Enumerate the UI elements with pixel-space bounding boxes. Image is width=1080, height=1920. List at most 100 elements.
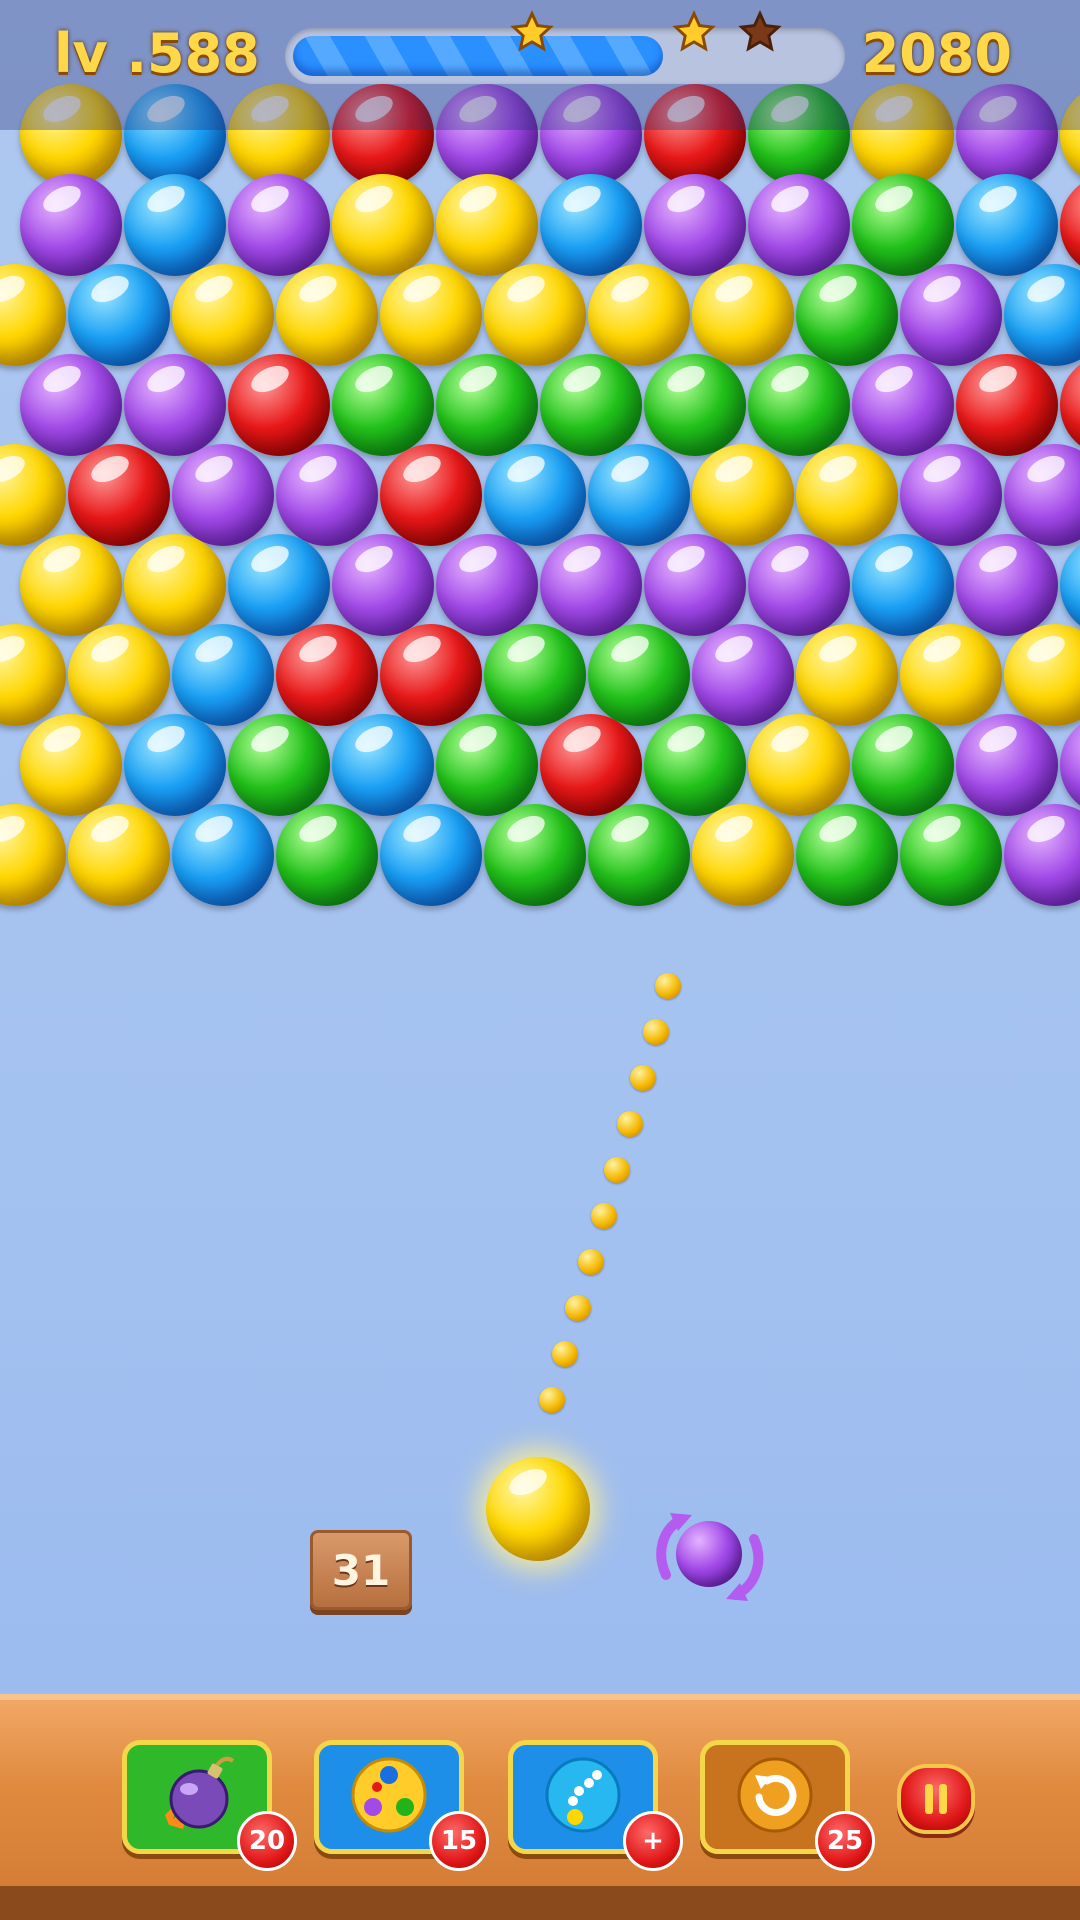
purple-bubble [1004,444,1080,546]
red-bubble [956,354,1058,456]
aim-dot [604,1157,630,1183]
blue-bubble [956,174,1058,276]
star-icon [672,10,716,52]
yellow-bubble [796,444,898,546]
color-change-count-badge: 15 [429,1811,489,1871]
star-icon [510,10,554,52]
score-progress-fill [293,36,663,76]
yellow-bubble [332,174,434,276]
yellow-bubble [0,624,66,726]
yellow-bubble [436,174,538,276]
yellow-bubble [692,804,794,906]
yellow-bubble [68,804,170,906]
aim-line-add-badge: + [623,1811,683,1871]
blue-bubble [124,714,226,816]
aim-dot [578,1249,604,1275]
green-bubble [588,624,690,726]
green-bubble [436,354,538,456]
green-bubble [484,624,586,726]
yellow-bubble [124,534,226,636]
purple-bubble [852,354,954,456]
blue-bubble [332,714,434,816]
blue-bubble [124,174,226,276]
purple-bubble [956,714,1058,816]
green-bubble [900,804,1002,906]
blue-bubble [380,804,482,906]
purple-bubble [644,534,746,636]
pause-icon [925,1784,947,1814]
yellow-bubble [0,264,66,366]
aim-dot [655,973,681,999]
purple-bubble [228,174,330,276]
undo-icon [737,1757,813,1833]
yellow-bubble [588,264,690,366]
green-bubble [436,714,538,816]
swap-next-bubble-button[interactable] [648,1505,772,1609]
yellow-bubble [380,264,482,366]
purple-bubble [276,444,378,546]
purple-bubble [20,174,122,276]
pause-button[interactable] [897,1764,975,1834]
aim-dot [565,1295,591,1321]
red-bubble [380,444,482,546]
blue-bubble [172,624,274,726]
green-bubble [748,354,850,456]
purple-bubble [956,534,1058,636]
green-bubble [644,714,746,816]
aim-dot [539,1387,565,1413]
green-bubble [276,804,378,906]
yellow-bubble [276,264,378,366]
yellow-bubble [748,714,850,816]
level-label: lv .588 [54,22,260,85]
blue-bubble [484,444,586,546]
yellow-bubble [0,444,66,546]
green-bubble [796,804,898,906]
next-bubble [676,1521,742,1587]
bomb-icon [165,1756,235,1829]
purple-bubble [748,534,850,636]
purple-bubble [172,444,274,546]
red-bubble [1060,174,1080,276]
purple-bubble [900,264,1002,366]
yellow-bubble [692,444,794,546]
bomb-booster-button[interactable]: 20 [122,1740,297,1871]
undo-booster-button[interactable]: 25 [700,1740,875,1871]
purple-bubble [644,174,746,276]
yellow-bubble [172,264,274,366]
yellow-bubble [20,714,122,816]
color-change-booster-button[interactable]: 15 [314,1740,489,1871]
red-bubble [380,624,482,726]
blue-bubble [68,264,170,366]
aim-line-icon [545,1757,621,1833]
purple-bubble [540,534,642,636]
bubble-grid [0,0,1080,940]
blue-bubble [172,804,274,906]
aim-dot [591,1203,617,1229]
yellow-bubble [484,264,586,366]
red-bubble [228,354,330,456]
blue-bubble [1060,534,1080,636]
aim-dot [552,1341,578,1367]
score-value: 2080 [861,22,1012,85]
purple-bubble [748,174,850,276]
yellow-bubble [0,804,66,906]
color-balls-icon [351,1757,427,1833]
bomb-count-badge: 20 [237,1811,297,1871]
aim-line-booster-button[interactable]: + [508,1740,683,1871]
aim-dot [643,1019,669,1045]
purple-bubble [20,354,122,456]
green-bubble [644,354,746,456]
red-bubble [276,624,378,726]
green-bubble [852,174,954,276]
shooter-bubble[interactable] [486,1457,590,1561]
blue-bubble [228,534,330,636]
blue-bubble [540,174,642,276]
star-empty-icon [738,10,782,52]
booster-bar: 20 15 + 25 [0,1694,1080,1912]
green-bubble [852,714,954,816]
green-bubble [332,354,434,456]
yellow-bubble [20,534,122,636]
purple-bubble [900,444,1002,546]
purple-bubble [436,534,538,636]
blue-bubble [852,534,954,636]
